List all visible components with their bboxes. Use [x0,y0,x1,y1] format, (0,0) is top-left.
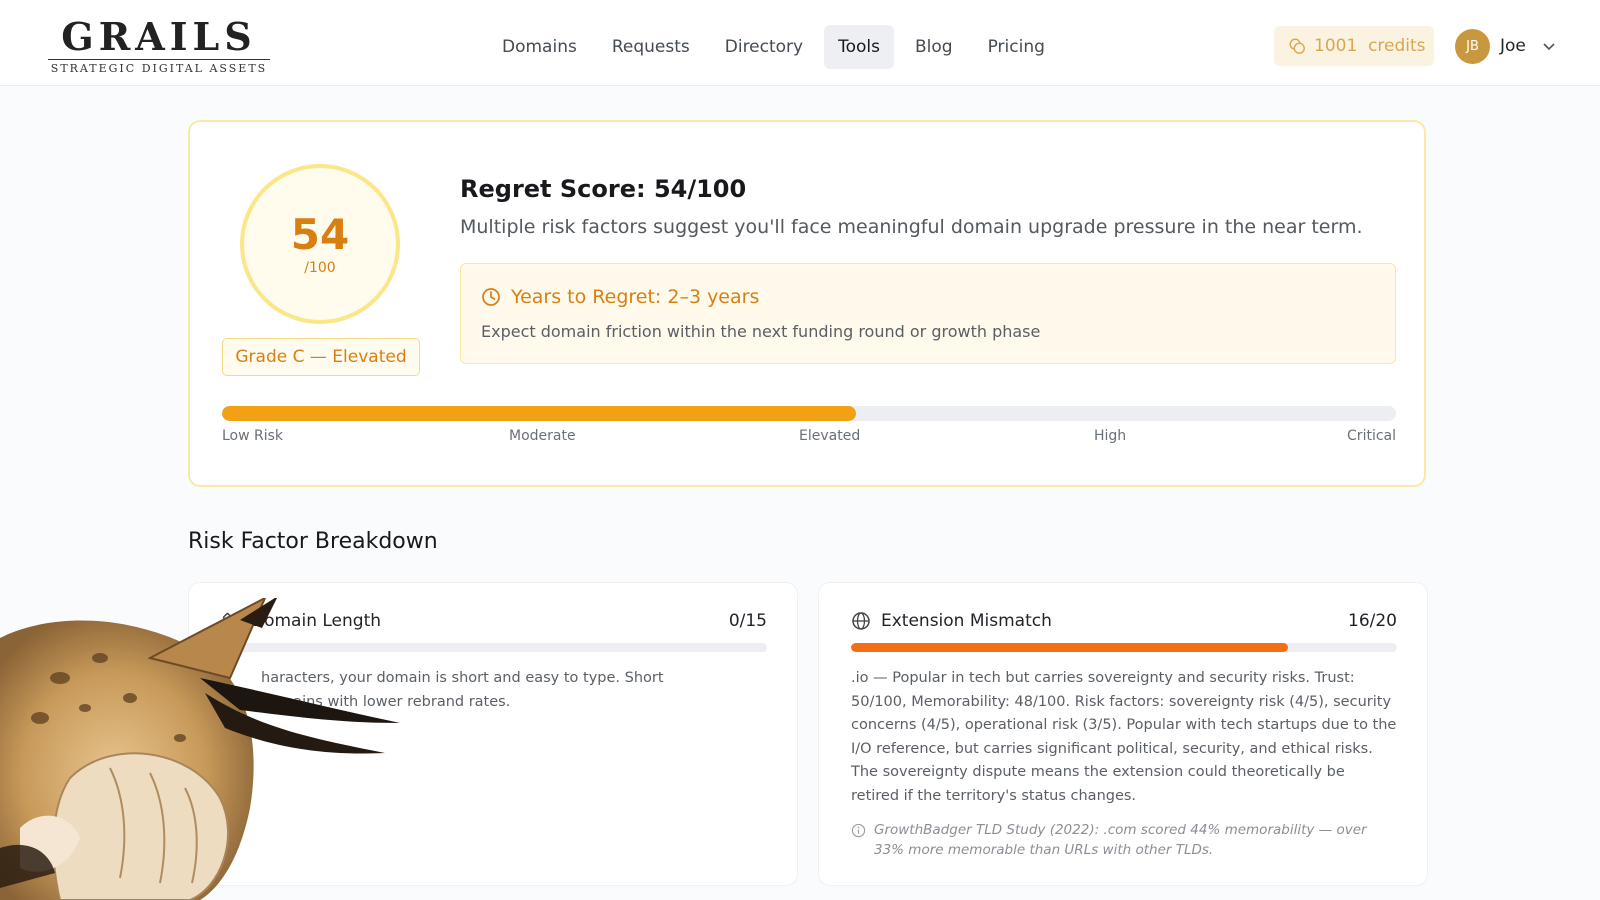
nav-item-requests[interactable]: Requests [598,25,704,69]
score-max: /100 [304,260,336,276]
risk-label-low: Low Risk [222,428,284,444]
factor-note-text: GrowthBadger TLD Study (2022): .com scor… [874,822,1367,858]
logo-tagline: STRATEGIC DIGITAL ASSETS [48,59,270,75]
grails-logo[interactable]: GRAILS STRATEGIC DIGITAL ASSETS [48,17,270,75]
top-header: GRAILS STRATEGIC DIGITAL ASSETS Domains … [0,0,1600,86]
avatar: JB [1455,28,1490,64]
facepalm-lynx-icon [0,598,400,900]
factor-name: Extension Mismatch [881,611,1052,631]
risk-meter [222,406,1396,421]
factor-header: Extension Mismatch 16/20 [851,609,1397,633]
nav-item-pricing[interactable]: Pricing [974,25,1059,69]
user-name: Joe [1500,36,1526,56]
regret-subtitle: Expect domain friction within the next f… [481,322,1041,341]
nav-item-blog[interactable]: Blog [901,25,967,69]
grade-badge: Grade C — Elevated [222,338,420,376]
credits-button[interactable]: 1001 credits [1274,26,1434,66]
credits-label: 1001 credits [1314,36,1426,56]
risk-label-high: High [1094,428,1127,444]
risk-label-elevated: Elevated [799,428,861,444]
main-nav: Domains Requests Directory Tools Blog Pr… [488,25,1066,69]
factor-score: 0/15 [728,611,767,631]
factor-card-extension-mismatch: Extension Mismatch 16/20 .io — Popular i… [818,582,1428,886]
info-icon [851,823,866,838]
score-gauge: 54 /100 [240,164,400,324]
regret-heading: Years to Regret: 2–3 years [481,286,759,308]
risk-label-critical: Critical [1347,428,1396,444]
regret-score-card: 54 /100 Grade C — Elevated Regret Score:… [188,120,1426,487]
nav-item-tools[interactable]: Tools [824,25,894,69]
regret-title: Years to Regret: 2–3 years [511,286,760,308]
nav-item-domains[interactable]: Domains [488,25,591,69]
nav-item-directory[interactable]: Directory [711,25,817,69]
user-menu[interactable]: JB Joe [1455,28,1556,64]
section-title: Risk Factor Breakdown [188,529,438,554]
score-description: Multiple risk factors suggest you'll fac… [460,216,1363,238]
logo-wordmark: GRAILS [61,14,257,59]
factor-bar [851,643,1397,652]
risk-scale-labels: Low Risk Moderate Elevated High Critical [222,428,1396,448]
years-to-regret-box: Years to Regret: 2–3 years Expect domain… [460,263,1396,364]
chevron-down-icon [1543,43,1555,51]
clock-icon [482,288,500,306]
risk-label-moderate: Moderate [509,428,576,444]
factor-score: 16/20 [1348,611,1397,631]
factor-description: .io — Popular in tech but carries sovere… [851,670,1397,804]
risk-meter-fill [222,406,856,421]
globe-icon [852,612,870,630]
score-value: 54 [290,210,350,259]
score-title: Regret Score: 54/100 [460,175,747,203]
factor-bar-fill [851,643,1288,652]
factor-source-note: GrowthBadger TLD Study (2022): .com scor… [851,820,1397,860]
coin-icon [1289,38,1305,54]
